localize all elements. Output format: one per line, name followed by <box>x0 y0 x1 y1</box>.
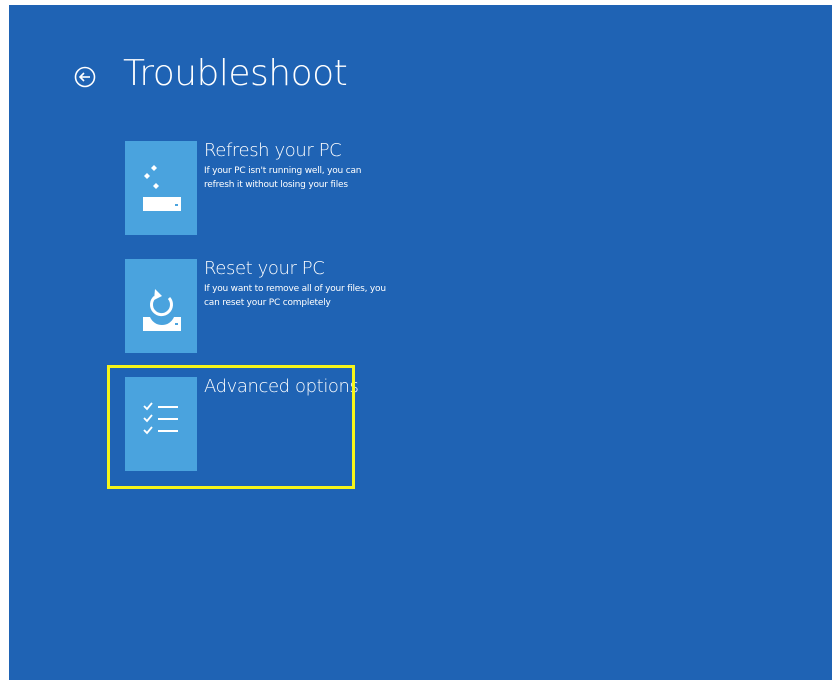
checklist-icon <box>143 402 178 435</box>
refresh-drive-sparkle-icon <box>143 165 181 211</box>
page-title: Troubleshoot <box>123 53 348 94</box>
refresh-pc-option[interactable]: Refresh your PC If your PC isn't running… <box>125 140 385 237</box>
option-description: If you want to remove all of your files,… <box>204 284 386 308</box>
refresh-pc-tile[interactable] <box>125 141 197 235</box>
refresh-pc-text: Refresh your PC If your PC isn't running… <box>204 139 394 192</box>
option-title: Reset your PC <box>204 258 325 279</box>
option-description: If your PC isn't running well, you can r… <box>204 166 362 190</box>
advanced-options-text: Advanced options <box>204 375 394 400</box>
reset-pc-tile[interactable] <box>125 259 197 353</box>
reset-pc-option[interactable]: Reset your PC If you want to remove all … <box>125 258 386 355</box>
advanced-options-tile[interactable] <box>125 377 197 471</box>
reset-pc-text: Reset your PC If you want to remove all … <box>204 257 394 310</box>
option-title: Refresh your PC <box>204 140 342 161</box>
reset-drive-circular-arrow-icon <box>143 289 181 331</box>
back-button[interactable] <box>69 61 101 93</box>
troubleshoot-screen: Troubleshoot Refresh your PC If your PC … <box>9 5 832 680</box>
advanced-options-option[interactable]: Advanced options <box>125 376 385 473</box>
option-title: Advanced options <box>204 376 359 397</box>
back-arrow-circle-icon <box>74 66 96 88</box>
